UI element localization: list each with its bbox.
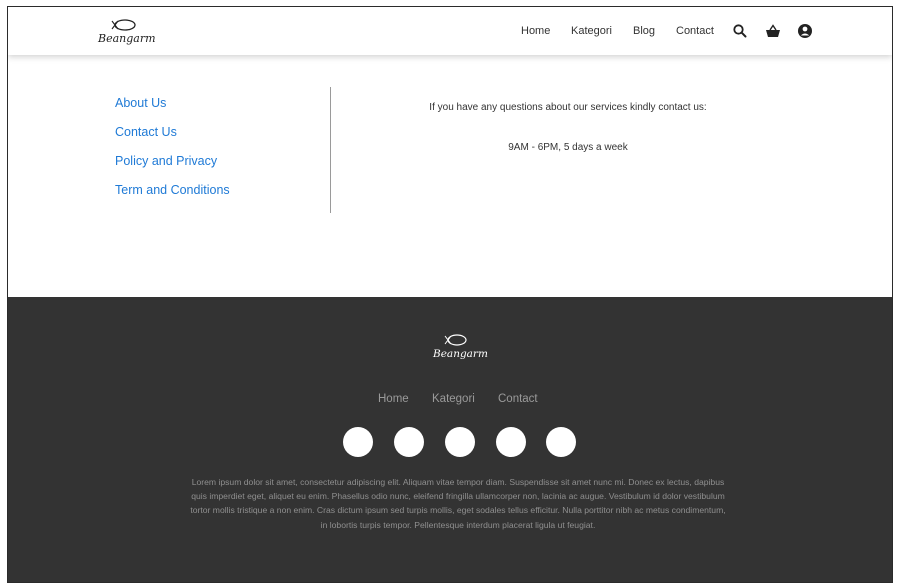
contact-prompt: If you have any questions about our serv…	[429, 102, 707, 113]
social-icon-4[interactable]	[496, 427, 526, 457]
social-icon-5[interactable]	[546, 427, 576, 457]
footer-description: Lorem ipsum dolor sit amet, consectetur …	[190, 477, 726, 530]
search-icon[interactable]	[732, 23, 748, 39]
vertical-divider	[330, 87, 331, 213]
contact-us-link[interactable]: Contact Us	[115, 124, 230, 140]
nav-kategori[interactable]: Kategori	[571, 23, 612, 39]
social-icon-1[interactable]	[343, 427, 373, 457]
social-icon-2[interactable]	[394, 427, 424, 457]
header: Beangarm Home Kategori Blog Contact	[8, 7, 892, 55]
info-links: About Us Contact Us Policy and Privacy T…	[115, 95, 230, 211]
footer-nav-contact[interactable]: Contact	[498, 391, 538, 407]
footer-logo[interactable]: Beangarm	[430, 331, 488, 363]
nav-contact[interactable]: Contact	[676, 23, 714, 39]
footer-nav-home[interactable]: Home	[378, 391, 409, 407]
basket-icon[interactable]	[765, 23, 781, 39]
nav-home[interactable]: Home	[521, 23, 550, 39]
footer-nav-kategori[interactable]: Kategori	[432, 391, 475, 407]
about-us-link[interactable]: About Us	[115, 95, 230, 111]
svg-text:Beangarm: Beangarm	[432, 348, 488, 360]
page: Beangarm Home Kategori Blog Contact Abou…	[7, 6, 893, 583]
social-icon-3[interactable]	[445, 427, 475, 457]
user-icon[interactable]	[797, 23, 813, 39]
business-hours: 9AM - 6PM, 5 days a week	[508, 142, 628, 153]
main-nav: Home Kategori Blog Contact	[8, 23, 892, 43]
footer: Beangarm Home Kategori Contact Lorem ips…	[8, 297, 892, 582]
terms-conditions-link[interactable]: Term and Conditions	[115, 182, 230, 198]
policy-privacy-link[interactable]: Policy and Privacy	[115, 153, 230, 169]
nav-blog[interactable]: Blog	[633, 23, 655, 39]
